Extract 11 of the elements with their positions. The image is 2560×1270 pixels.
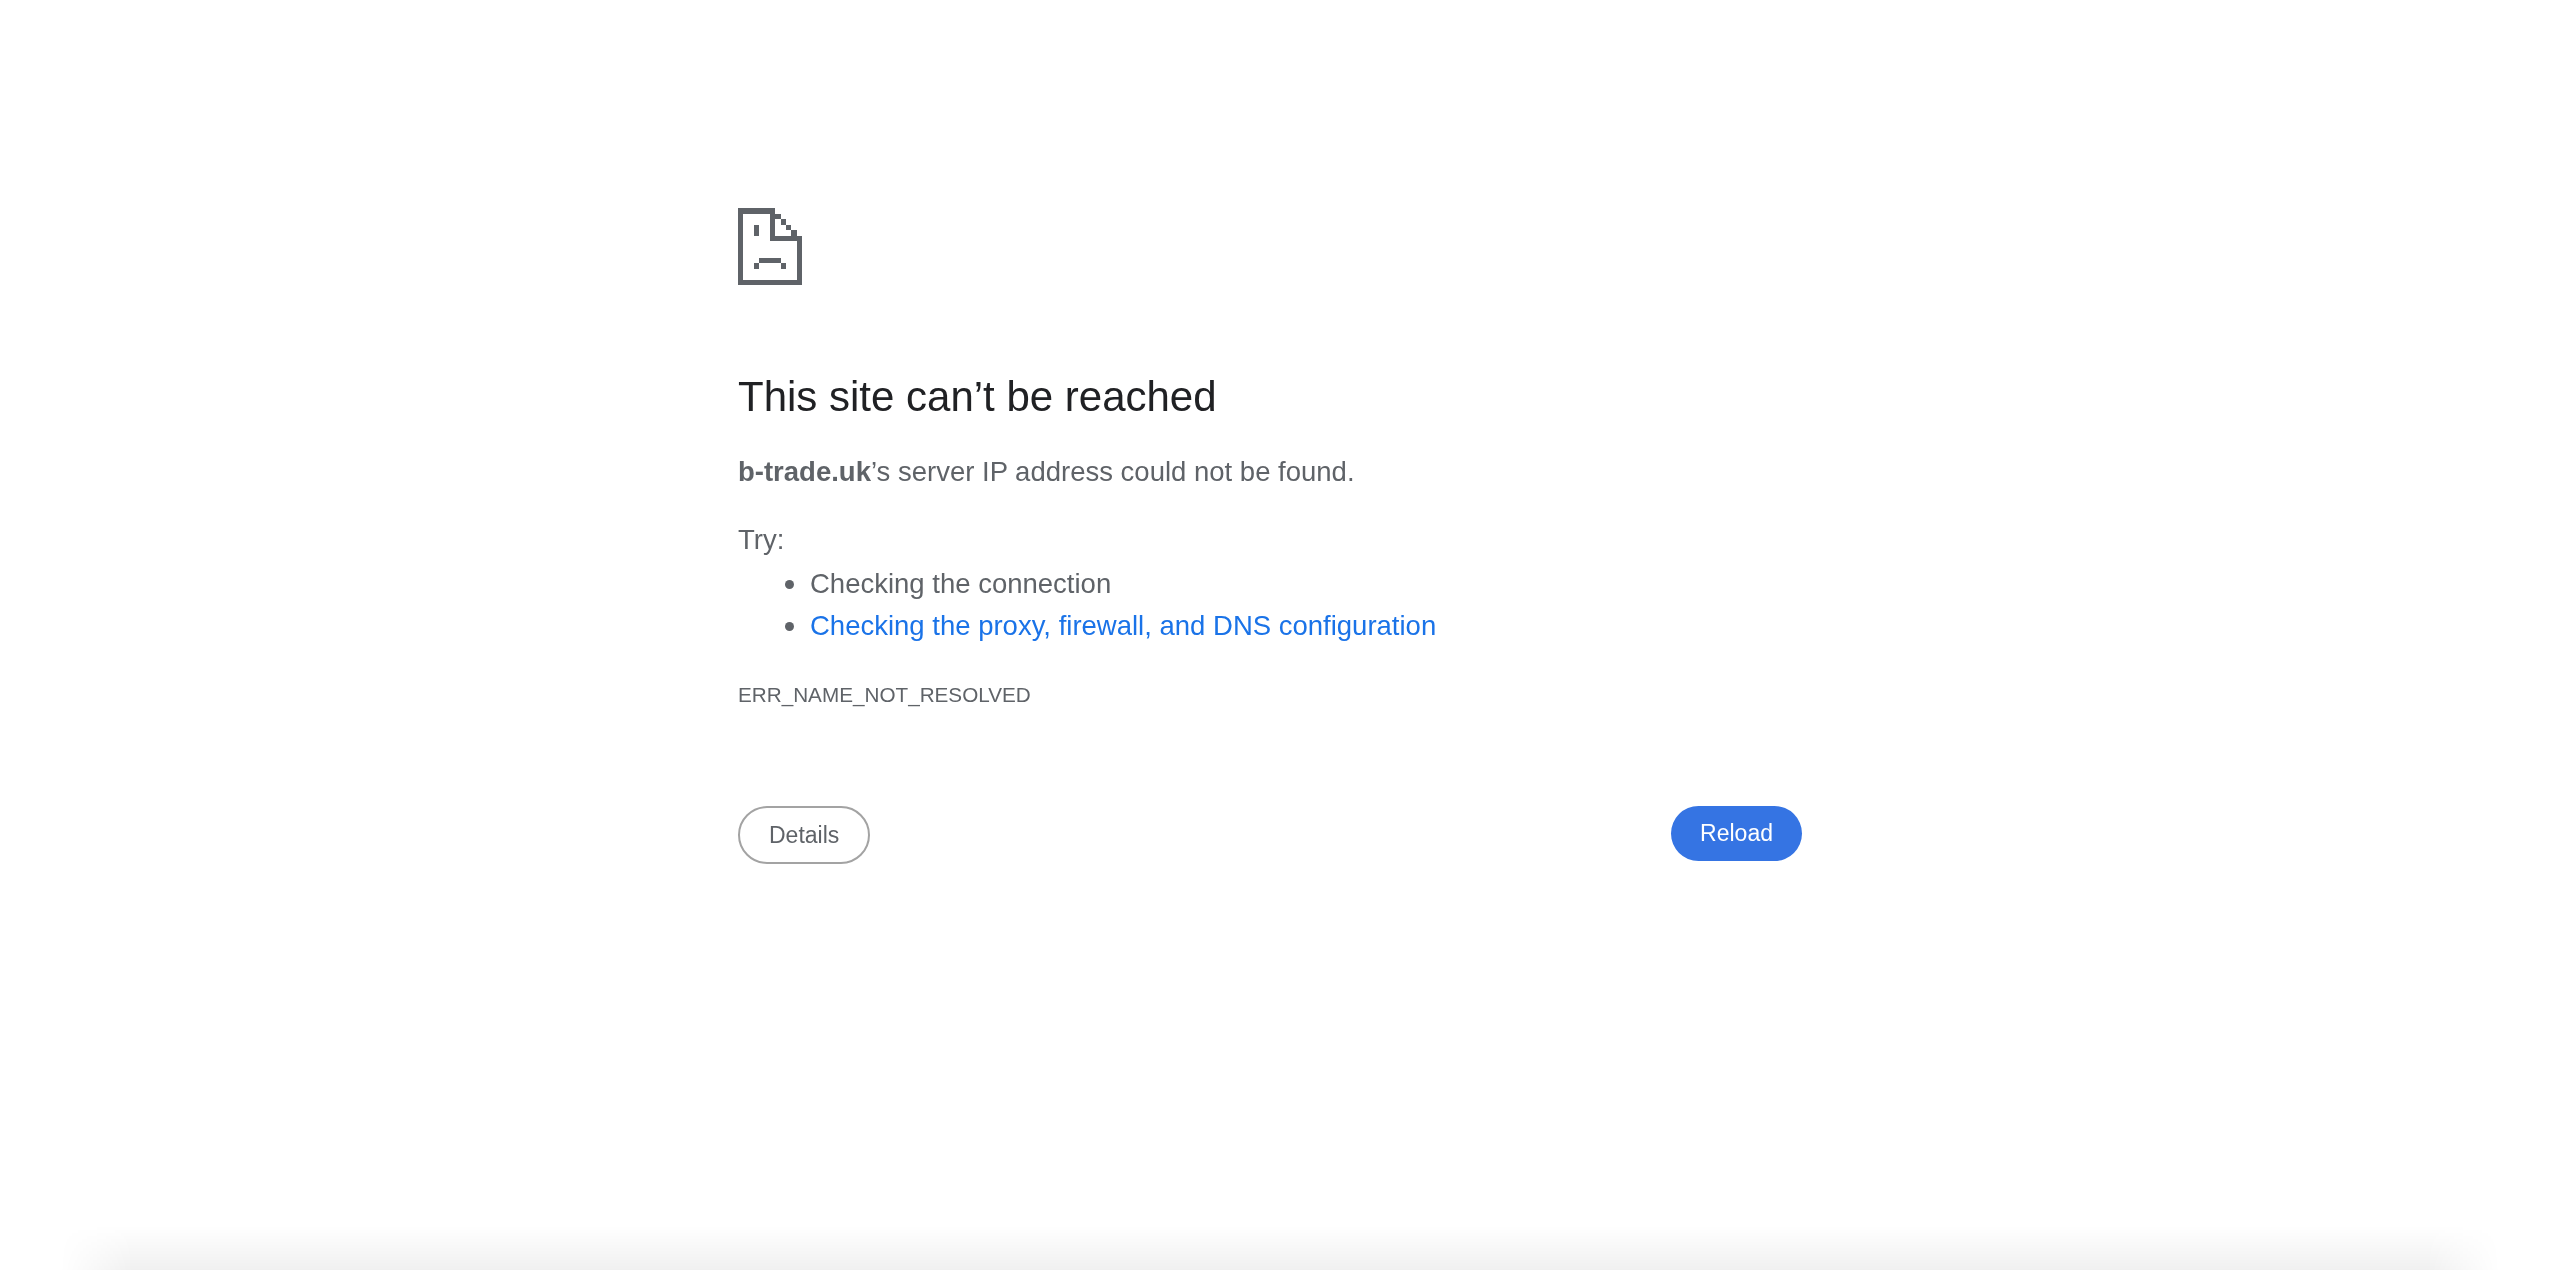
- sad-page-icon: [738, 208, 802, 285]
- outline-button[interactable]: Details: [738, 806, 871, 864]
- error-heading: This site can’t be reached: [738, 372, 1218, 422]
- error-message: b-trade.uk’s server IP address could not be found.: [738, 455, 1356, 489]
- try-label: Try:: [738, 523, 786, 557]
- bullet-icon: [785, 579, 794, 589]
- bullet-icon: [785, 621, 794, 631]
- suggestion-text: Checking the connection: [810, 567, 1112, 601]
- error-code: ERR_NAME_NOT_RESOLVED: [738, 682, 1032, 709]
- suggestion-link[interactable]: Checking the proxy, firewall, and DNS configuration: [810, 605, 1437, 647]
- primary-button[interactable]: Reload: [1671, 806, 1802, 861]
